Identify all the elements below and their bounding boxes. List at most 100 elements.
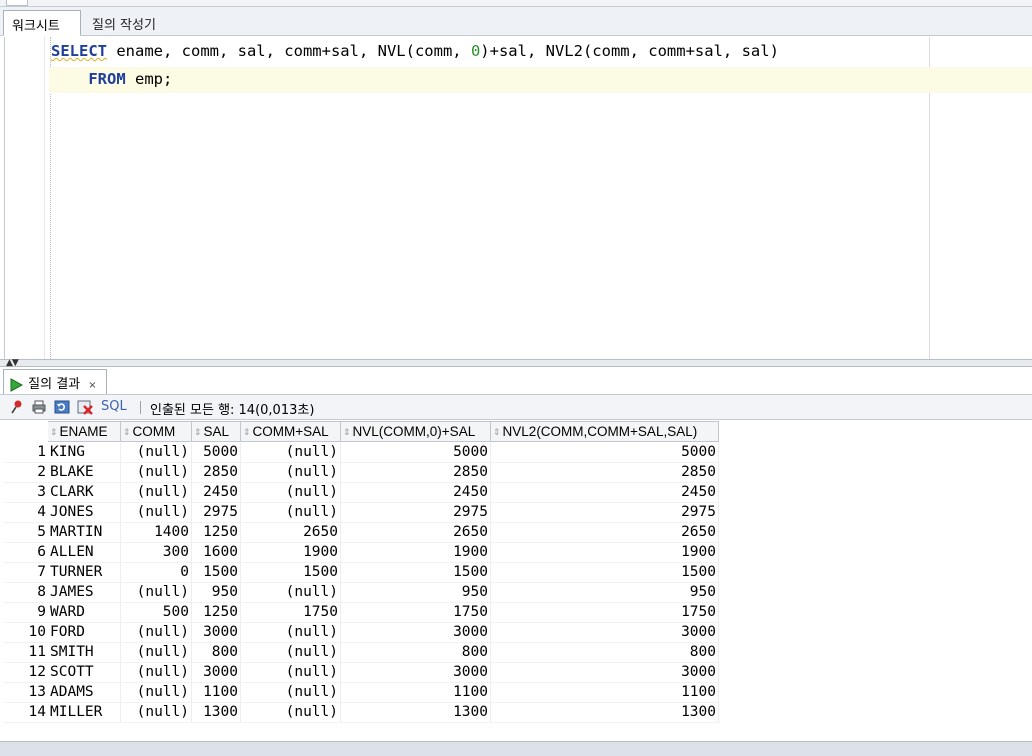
cell-nvl2[interactable]: 1300 — [491, 703, 719, 723]
table-row[interactable]: 4 JONES (null) 2975 (null) 2975 2975 — [4, 503, 719, 523]
tab-query-result[interactable]: 질의 결과 × — [3, 369, 107, 394]
column-header-sal[interactable]: ⇕ SAL — [192, 421, 241, 442]
code-line-1[interactable]: SELECT ename, comm, sal, comm+sal, NVL(c… — [51, 42, 779, 60]
cell-ename[interactable]: SCOTT — [48, 663, 121, 683]
cell-comm[interactable]: 300 — [121, 543, 192, 563]
table-row[interactable]: 5 MARTIN 1400 1250 2650 2650 2650 — [4, 523, 719, 543]
cell-comm[interactable]: 0 — [121, 563, 192, 583]
table-row[interactable]: 14 MILLER (null) 1300 (null) 1300 1300 — [4, 703, 719, 723]
cell-comm-plus-sal[interactable]: (null) — [241, 643, 341, 663]
table-row[interactable]: 11 SMITH (null) 800 (null) 800 800 — [4, 643, 719, 663]
cell-sal[interactable]: 1250 — [192, 523, 241, 543]
cell-comm-plus-sal[interactable]: 1750 — [241, 603, 341, 623]
cell-ename[interactable]: KING — [48, 443, 121, 463]
table-row[interactable]: 12 SCOTT (null) 3000 (null) 3000 3000 — [4, 663, 719, 683]
cell-sal[interactable]: 1300 — [192, 703, 241, 723]
cell-sal[interactable]: 1250 — [192, 603, 241, 623]
cell-comm[interactable]: (null) — [121, 623, 192, 643]
cell-comm-plus-sal[interactable]: 1500 — [241, 563, 341, 583]
cell-nvl2[interactable]: 1100 — [491, 683, 719, 703]
cell-ename[interactable]: ADAMS — [48, 683, 121, 703]
close-icon[interactable]: × — [88, 380, 96, 391]
cell-nvl[interactable]: 3000 — [341, 623, 491, 643]
cell-nvl2[interactable]: 950 — [491, 583, 719, 603]
cell-sal[interactable]: 800 — [192, 643, 241, 663]
cell-comm[interactable]: (null) — [121, 483, 192, 503]
table-row[interactable]: 9 WARD 500 1250 1750 1750 1750 — [4, 603, 719, 623]
cell-sal[interactable]: 5000 — [192, 443, 241, 463]
cell-nvl[interactable]: 2450 — [341, 483, 491, 503]
cell-nvl[interactable]: 2975 — [341, 503, 491, 523]
cell-nvl2[interactable]: 5000 — [491, 443, 719, 463]
table-row[interactable]: 6 ALLEN 300 1600 1900 1900 1900 — [4, 543, 719, 563]
pin-icon[interactable] — [9, 399, 25, 415]
cell-nvl2[interactable]: 2650 — [491, 523, 719, 543]
cell-nvl2[interactable]: 2450 — [491, 483, 719, 503]
cell-nvl2[interactable]: 800 — [491, 643, 719, 663]
cell-nvl2[interactable]: 3000 — [491, 663, 719, 683]
code-line-2[interactable]: FROM emp; — [51, 70, 172, 88]
column-header-nvl[interactable]: ⇕ NVL(COMM,0)+SAL — [341, 421, 491, 442]
cell-sal[interactable]: 1600 — [192, 543, 241, 563]
cell-comm-plus-sal[interactable]: (null) — [241, 503, 341, 523]
cell-ename[interactable]: WARD — [48, 603, 121, 623]
pane-splitter[interactable]: ▲▼ — [0, 358, 1032, 368]
cell-comm-plus-sal[interactable]: 1900 — [241, 543, 341, 563]
cell-nvl2[interactable]: 1750 — [491, 603, 719, 623]
cell-sal[interactable]: 1100 — [192, 683, 241, 703]
cell-comm-plus-sal[interactable]: (null) — [241, 703, 341, 723]
cell-ename[interactable]: JAMES — [48, 583, 121, 603]
cell-ename[interactable]: JONES — [48, 503, 121, 523]
cell-nvl[interactable]: 5000 — [341, 443, 491, 463]
cell-comm-plus-sal[interactable]: (null) — [241, 583, 341, 603]
table-row[interactable]: 7 TURNER 0 1500 1500 1500 1500 — [4, 563, 719, 583]
cell-ename[interactable]: ALLEN — [48, 543, 121, 563]
cell-sal[interactable]: 2450 — [192, 483, 241, 503]
table-row[interactable]: 2 BLAKE (null) 2850 (null) 2850 2850 — [4, 463, 719, 483]
cell-nvl[interactable]: 1500 — [341, 563, 491, 583]
cell-ename[interactable]: TURNER — [48, 563, 121, 583]
table-row[interactable]: 13 ADAMS (null) 1100 (null) 1100 1100 — [4, 683, 719, 703]
table-row[interactable]: 10 FORD (null) 3000 (null) 3000 3000 — [4, 623, 719, 643]
cell-nvl2[interactable]: 2850 — [491, 463, 719, 483]
cell-comm[interactable]: (null) — [121, 683, 192, 703]
cell-ename[interactable]: MILLER — [48, 703, 121, 723]
cell-sal[interactable]: 3000 — [192, 663, 241, 683]
column-header-nvl2[interactable]: ⇕ NVL2(COMM,COMM+SAL,SAL) — [491, 421, 719, 442]
cell-nvl2[interactable]: 1900 — [491, 543, 719, 563]
cell-comm[interactable]: (null) — [121, 583, 192, 603]
cell-sal[interactable]: 950 — [192, 583, 241, 603]
cell-comm[interactable]: (null) — [121, 703, 192, 723]
cell-nvl[interactable]: 1100 — [341, 683, 491, 703]
cancel-icon[interactable] — [77, 399, 93, 415]
cell-ename[interactable]: SMITH — [48, 643, 121, 663]
cell-comm[interactable]: (null) — [121, 463, 192, 483]
sql-button[interactable]: SQL — [101, 399, 127, 414]
cell-nvl[interactable]: 950 — [341, 583, 491, 603]
cell-comm-plus-sal[interactable]: (null) — [241, 623, 341, 643]
cell-nvl[interactable]: 3000 — [341, 663, 491, 683]
table-row[interactable]: 1 KING (null) 5000 (null) 5000 5000 — [4, 443, 719, 463]
cell-nvl[interactable]: 1300 — [341, 703, 491, 723]
print-icon[interactable] — [31, 399, 47, 415]
cell-comm-plus-sal[interactable]: 2650 — [241, 523, 341, 543]
tab-worksheet[interactable]: 워크시트 — [3, 10, 81, 36]
cell-comm[interactable]: 500 — [121, 603, 192, 623]
cell-comm[interactable]: (null) — [121, 443, 192, 463]
cell-comm[interactable]: (null) — [121, 663, 192, 683]
column-header-ename[interactable]: ⇕ ENAME — [48, 421, 121, 442]
cell-comm-plus-sal[interactable]: (null) — [241, 483, 341, 503]
cell-comm-plus-sal[interactable]: (null) — [241, 683, 341, 703]
column-header-comm-plus-sal[interactable]: ⇕ COMM+SAL — [241, 421, 341, 442]
cell-nvl[interactable]: 1750 — [341, 603, 491, 623]
cell-comm-plus-sal[interactable]: (null) — [241, 443, 341, 463]
cell-comm-plus-sal[interactable]: (null) — [241, 663, 341, 683]
cell-nvl[interactable]: 800 — [341, 643, 491, 663]
cell-sal[interactable]: 1500 — [192, 563, 241, 583]
cell-comm[interactable]: 1400 — [121, 523, 192, 543]
cell-comm[interactable]: (null) — [121, 503, 192, 523]
refresh-icon[interactable] — [54, 399, 70, 415]
cell-nvl2[interactable]: 3000 — [491, 623, 719, 643]
table-row[interactable]: 3 CLARK (null) 2450 (null) 2450 2450 — [4, 483, 719, 503]
splitter-arrows-icon[interactable]: ▲▼ — [6, 358, 19, 368]
